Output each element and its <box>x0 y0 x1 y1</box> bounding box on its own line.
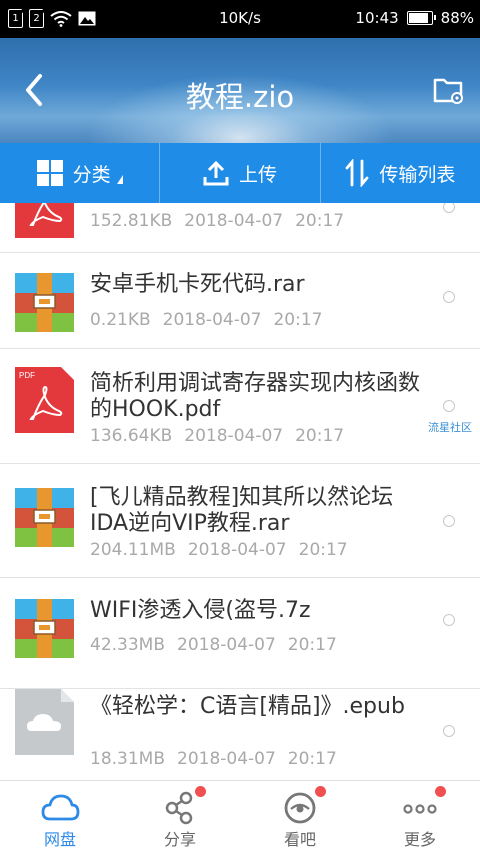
file-meta: 136.64KB 2018-04-07 20:17 <box>90 426 345 446</box>
select-radio[interactable] <box>443 291 455 303</box>
file-name: WIFI渗透入侵(盗号.7z <box>90 598 311 623</box>
file-name: 安卓手机卡死代码.rar <box>90 272 305 297</box>
nav-watch[interactable]: 看吧 <box>240 781 360 854</box>
share-icon <box>165 791 193 825</box>
transfer-arrows-icon <box>345 159 369 187</box>
file-name: 《轻松学：C语言[精品]》.epub <box>90 694 405 719</box>
file-row[interactable]: 安卓手机卡死代码.rar 0.21KB 2018-04-07 20:17 <box>0 253 480 349</box>
file-list: 152.81KB 2018-04-07 20:17 安卓手机卡死代码.rar 0.2… <box>0 203 480 780</box>
file-meta: 204.11MB 2018-04-07 20:17 <box>90 540 348 560</box>
toolbar: 分类 上传 传输列表 <box>0 143 480 203</box>
cloud-file-icon <box>15 689 74 755</box>
dropdown-triangle-icon <box>116 174 123 184</box>
upload-button[interactable]: 上传 <box>159 143 319 203</box>
upload-icon <box>203 160 229 186</box>
grid-icon <box>36 160 63 186</box>
clock: 10:43 <box>355 9 399 27</box>
nav-more-label: 更多 <box>403 830 436 849</box>
select-radio[interactable] <box>443 203 455 213</box>
status-bar: 1 2 10K/s 10:43 88% <box>0 0 480 38</box>
more-notification-dot <box>435 786 446 797</box>
pdf-file-icon <box>15 203 74 238</box>
nav-more[interactable]: 更多 <box>360 781 480 854</box>
file-meta: 18.31MB 2018-04-07 20:17 <box>90 749 337 769</box>
file-row[interactable]: WIFI渗透入侵(盗号.7z 42.33MB 2018-04-07 20:17 <box>0 578 480 689</box>
watch-notification-dot <box>315 786 326 797</box>
nav-share[interactable]: 分享 <box>120 781 240 854</box>
nav-share-label: 分享 <box>163 830 196 849</box>
share-notification-dot <box>195 786 206 797</box>
file-row[interactable]: 152.81KB 2018-04-07 20:17 <box>0 203 480 253</box>
file-meta: 0.21KB 2018-04-07 20:17 <box>90 310 323 330</box>
upload-label: 上传 <box>238 163 277 186</box>
nav-disk[interactable]: 网盘 <box>0 781 120 854</box>
header-banner: 教程.zio <box>0 38 480 143</box>
category-label: 分类 <box>72 163 111 186</box>
file-meta: 152.81KB 2018-04-07 20:17 <box>90 211 345 231</box>
battery-icon <box>406 11 436 25</box>
file-meta: 42.33MB 2018-04-07 20:17 <box>90 635 337 655</box>
file-row[interactable]: [飞儿精品教程]知其所以然论坛IDA逆向VIP教程.rar 204.11MB 20… <box>0 464 480 578</box>
transfer-list-button[interactable]: 传输列表 <box>319 143 480 203</box>
page-title: 教程.zio <box>185 80 295 114</box>
more-icon <box>403 804 437 814</box>
rar-archive-icon <box>15 488 74 547</box>
folder-settings-icon[interactable] <box>432 74 466 108</box>
eye-icon <box>284 792 316 824</box>
pdf-file-icon: PDF <box>15 367 74 433</box>
bottom-nav: 网盘 分享 看吧 更多 <box>0 780 480 854</box>
category-button[interactable]: 分类 <box>0 143 159 203</box>
select-radio[interactable] <box>443 614 455 626</box>
nav-disk-label: 网盘 <box>43 830 76 849</box>
pdf-badge-text: PDF <box>19 371 35 380</box>
file-name: 简析利用调试寄存器实现内核函数的HOOK.pdf <box>90 371 421 422</box>
rar-archive-icon <box>15 273 74 332</box>
file-row[interactable]: 《轻松学：C语言[精品]》.epub 18.31MB 2018-04-07 20:1… <box>0 689 480 780</box>
watermark-text: 流星社区 <box>428 421 472 434</box>
file-row[interactable]: PDF 简析利用调试寄存器实现内核函数的HOOK.pdf 136.64KB 201… <box>0 349 480 464</box>
select-radio[interactable] <box>443 515 455 527</box>
select-radio[interactable] <box>443 400 455 412</box>
file-name: [飞儿精品教程]知其所以然论坛IDA逆向VIP教程.rar <box>90 485 394 536</box>
cloud-icon <box>41 794 80 821</box>
nav-watch-label: 看吧 <box>283 830 316 849</box>
archive-icon <box>15 599 74 658</box>
transfer-list-label: 传输列表 <box>379 163 456 186</box>
battery-percent: 88% <box>440 9 474 27</box>
select-radio[interactable] <box>443 725 455 737</box>
